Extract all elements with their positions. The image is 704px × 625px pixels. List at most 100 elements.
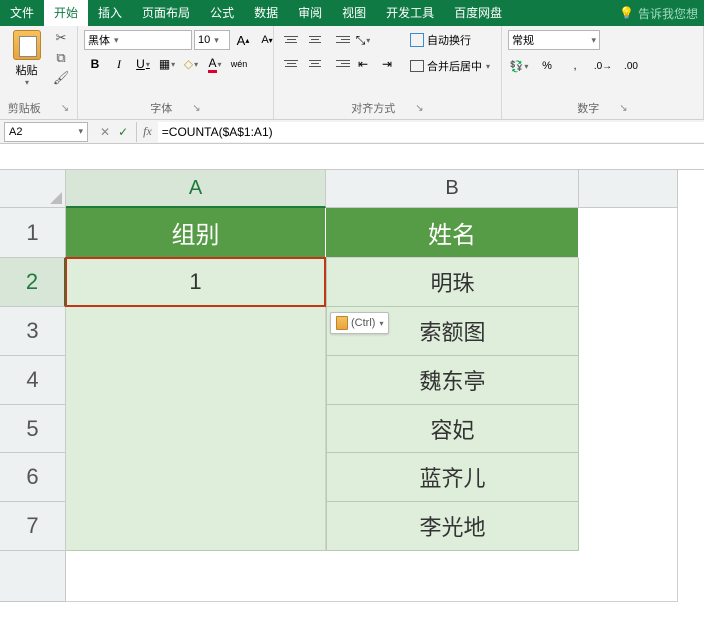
tell-me[interactable]: 💡 告诉我您想	[613, 0, 704, 26]
row-header-6[interactable]: 6	[0, 453, 66, 502]
decrease-indent-button[interactable]: ⇤	[352, 54, 374, 74]
row-header-2[interactable]: 2	[0, 258, 66, 307]
italic-button[interactable]: I	[108, 54, 130, 74]
number-format-combo[interactable]: 常规▾	[508, 30, 600, 50]
group-label-font: 字体	[150, 100, 172, 116]
paste-options-label: (Ctrl)	[351, 317, 375, 329]
tab-developer[interactable]: 开发工具	[376, 0, 444, 26]
cell-A2[interactable]: 1	[66, 258, 326, 307]
dialog-launcher-icon[interactable]: ↘	[61, 103, 69, 114]
align-center-button[interactable]	[304, 54, 326, 72]
ribbon: 粘贴 ▾ 剪贴板↘ 黑体▾ 10▾ A▴ A▾ B I U▾ ▦▾	[0, 26, 704, 120]
tab-page-layout[interactable]: 页面布局	[132, 0, 200, 26]
cell-B5[interactable]: 容妃	[326, 405, 579, 453]
font-name-combo[interactable]: 黑体▾	[84, 30, 192, 50]
align-right-button[interactable]	[328, 54, 350, 72]
font-size-combo[interactable]: 10▾	[194, 30, 230, 50]
row-header-5[interactable]: 5	[0, 405, 66, 453]
row-header-3[interactable]: 3	[0, 307, 66, 356]
dialog-launcher-icon[interactable]: ↘	[415, 103, 423, 114]
enter-formula-button[interactable]: ✓	[118, 125, 128, 139]
bulb-icon: 💡	[619, 6, 634, 20]
cut-button[interactable]	[51, 30, 71, 46]
row-header-8[interactable]	[0, 551, 66, 602]
chevron-down-icon: ▾	[218, 60, 222, 69]
row-header-4[interactable]: 4	[0, 356, 66, 405]
fx-icon[interactable]: fx	[143, 124, 152, 139]
group-clipboard: 粘贴 ▾ 剪贴板 ↘	[0, 26, 78, 119]
borders-button[interactable]: ▦▾	[156, 54, 178, 74]
align-bottom-button[interactable]	[328, 30, 350, 48]
underline-button[interactable]: U▾	[132, 54, 154, 74]
row-header-7[interactable]: 7	[0, 502, 66, 551]
format-painter-button[interactable]	[51, 70, 71, 86]
group-alignment: ⤡▾ ⇤ ⇥ 自动换行 合并后居中 ▾ 对齐方式 ↘	[274, 26, 502, 119]
cell-B2[interactable]: 明珠	[326, 258, 579, 307]
tab-home[interactable]: 开始	[44, 0, 88, 26]
select-all-corner[interactable]	[0, 170, 66, 208]
col-header-A[interactable]: A	[66, 170, 326, 208]
accounting-format-button[interactable]: 💱▾	[508, 56, 530, 76]
cell-B6[interactable]: 蓝齐儿	[326, 453, 579, 502]
tab-view[interactable]: 视图	[332, 0, 376, 26]
align-left-button[interactable]	[280, 54, 302, 72]
paste-icon	[336, 316, 348, 330]
chevron-down-icon: ▾	[524, 62, 528, 71]
chevron-down-icon: ▾	[379, 319, 383, 328]
name-box-value: A2	[9, 126, 22, 138]
tab-insert[interactable]: 插入	[88, 0, 132, 26]
row-header-1[interactable]: 1	[0, 208, 66, 258]
cell-A1[interactable]: 组别	[66, 208, 326, 258]
percent-button[interactable]: %	[536, 56, 558, 76]
col-header-B[interactable]: B	[326, 170, 579, 208]
tab-baidu-disk[interactable]: 百度网盘	[444, 0, 512, 26]
merge-center-button[interactable]: 合并后居中 ▾	[406, 56, 494, 76]
font-color-button[interactable]: A▾	[204, 54, 226, 74]
tab-formulas[interactable]: 公式	[200, 0, 244, 26]
name-box[interactable]: A2▾	[4, 122, 88, 142]
bold-button[interactable]: B	[84, 54, 106, 74]
decrease-decimal-button[interactable]: .00	[620, 56, 642, 76]
row-8-blank[interactable]	[66, 551, 678, 602]
cell-B1[interactable]: 姓名	[326, 208, 579, 258]
formula-bar: A2▾ ✕ ✓ fx	[0, 120, 704, 144]
cell-A3-A7[interactable]	[66, 307, 326, 551]
increase-decimal-button[interactable]: .0→	[592, 56, 614, 76]
chevron-down-icon: ▾	[194, 60, 198, 69]
cell-B4[interactable]: 魏东亭	[326, 356, 579, 405]
fill-color-button[interactable]: ◇▾	[180, 54, 202, 74]
tab-review[interactable]: 审阅	[288, 0, 332, 26]
merge-icon	[410, 60, 424, 72]
paste-button[interactable]: 粘贴 ▾	[6, 30, 47, 87]
tab-data[interactable]: 数据	[244, 0, 288, 26]
number-format-value: 常规	[512, 32, 534, 48]
cell-B7[interactable]: 李光地	[326, 502, 579, 551]
phonetic-button[interactable]: wén	[228, 54, 250, 74]
align-top-button[interactable]	[280, 30, 302, 48]
group-label-align: 对齐方式	[351, 100, 395, 116]
tab-file[interactable]: 文件	[0, 0, 44, 26]
chevron-down-icon: ▾	[146, 60, 150, 69]
orientation-button[interactable]: ⤡▾	[352, 30, 374, 50]
col-header-C[interactable]	[579, 170, 678, 208]
increase-font-button[interactable]: A▴	[232, 30, 254, 50]
comma-button[interactable]: ,	[564, 56, 586, 76]
cell-C-blank[interactable]	[579, 208, 678, 602]
wrap-text-button[interactable]: 自动换行	[406, 30, 494, 50]
worksheet-grid[interactable]: A B 1 2 3 4 5 6 7 组别 姓名 1 明珠 索额图 魏东亭 容妃 …	[0, 170, 704, 625]
group-label-clipboard: 剪贴板	[8, 100, 41, 116]
dialog-launcher-icon[interactable]: ↘	[192, 103, 200, 114]
formula-input[interactable]	[158, 122, 704, 142]
chevron-down-icon: ▾	[486, 62, 490, 71]
merge-label: 合并后居中	[427, 58, 482, 74]
paste-icon	[13, 30, 41, 60]
dialog-launcher-icon[interactable]: ↘	[619, 103, 627, 114]
wrap-label: 自动换行	[427, 32, 471, 48]
align-middle-button[interactable]	[304, 30, 326, 48]
formula-bar-expand	[0, 144, 704, 170]
copy-button[interactable]	[51, 50, 71, 66]
font-name-value: 黑体	[88, 32, 110, 48]
increase-indent-button[interactable]: ⇥	[376, 54, 398, 74]
cancel-formula-button[interactable]: ✕	[100, 125, 110, 139]
paste-options-chip[interactable]: (Ctrl) ▾	[330, 312, 389, 334]
